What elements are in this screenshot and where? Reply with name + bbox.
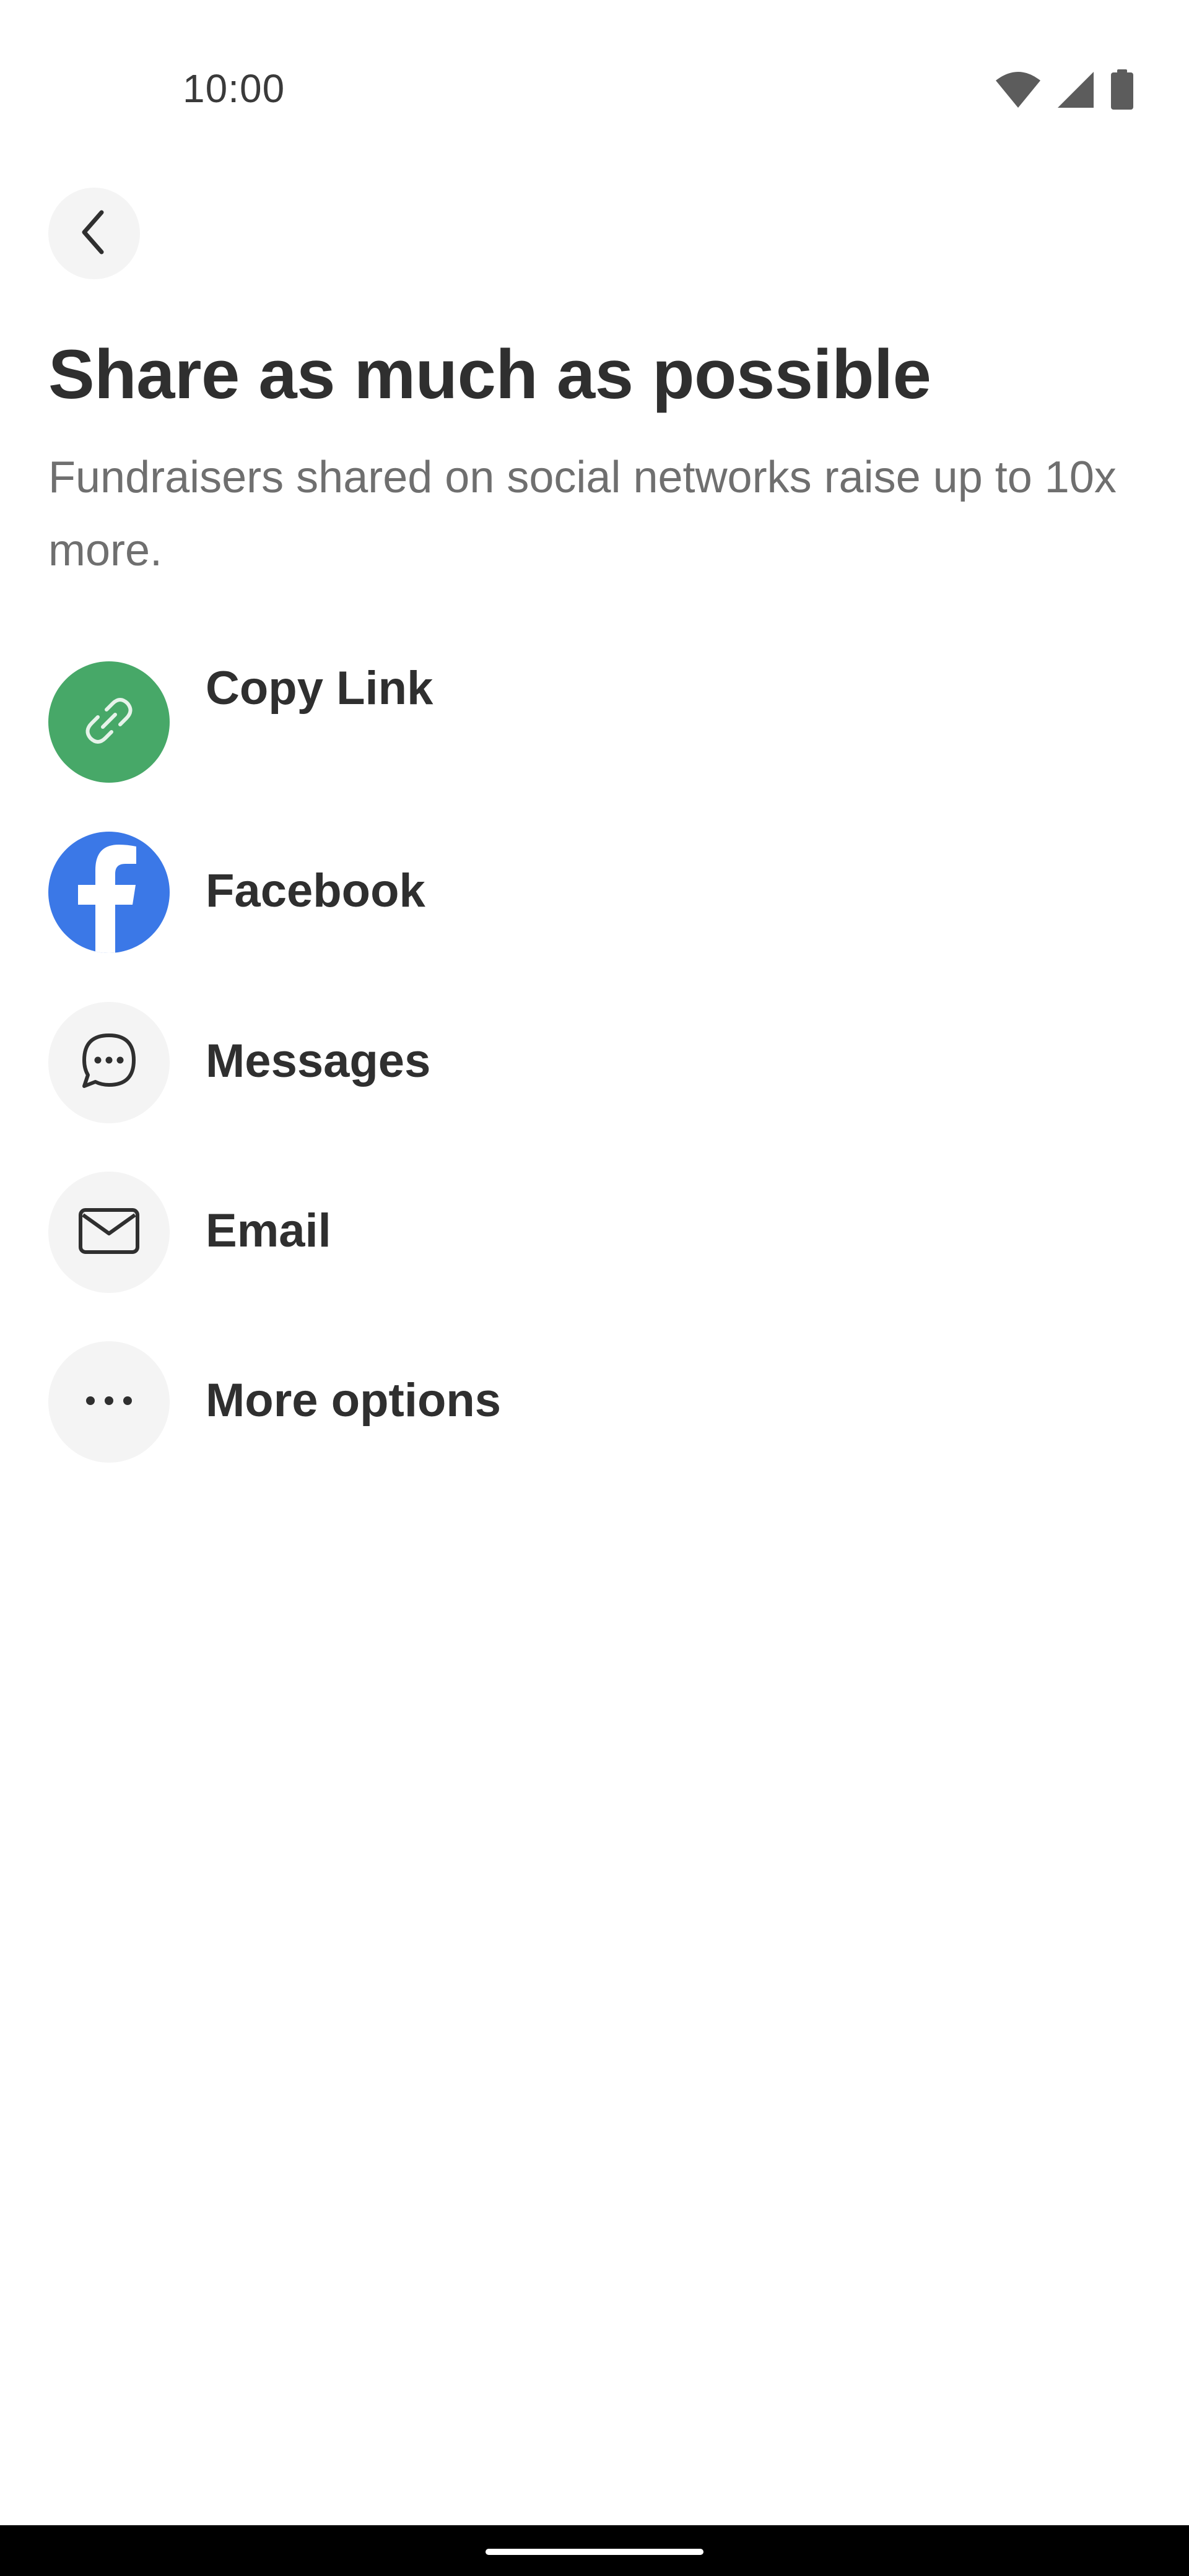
chevron-left-icon	[76, 209, 113, 259]
facebook-icon	[48, 832, 170, 953]
email-icon-circle	[48, 1172, 170, 1293]
status-time: 10:00	[183, 66, 285, 111]
status-bar: 10:00	[0, 0, 1189, 136]
share-option-label: Copy Link	[206, 662, 433, 715]
envelope-icon	[77, 1206, 141, 1259]
home-indicator[interactable]	[486, 2549, 703, 2555]
page-subtitle: Fundraisers shared on social networks ra…	[48, 453, 1117, 575]
share-option-messages[interactable]: Messages	[48, 1002, 1138, 1123]
status-icons	[995, 68, 1135, 111]
wifi-icon	[995, 71, 1042, 109]
copy-link-icon-circle	[48, 661, 170, 783]
share-option-label: Messages	[206, 1035, 431, 1087]
more-icon-circle	[48, 1341, 170, 1463]
facebook-icon-circle	[48, 832, 170, 953]
signal-icon	[1056, 71, 1095, 109]
share-option-facebook[interactable]: Facebook	[48, 832, 1138, 953]
share-option-more[interactable]: More options	[48, 1341, 1138, 1463]
messages-icon-circle	[48, 1002, 170, 1123]
share-option-label: Facebook	[206, 864, 425, 917]
link-icon	[79, 691, 139, 754]
share-option-label: More options	[206, 1374, 502, 1427]
share-option-label: Email	[206, 1204, 331, 1257]
share-screen: 10:00 Share as much as possible Fundrais…	[0, 0, 1189, 2576]
message-bubble-icon	[77, 1029, 141, 1097]
share-option-copy-link[interactable]: Copy Link	[48, 661, 1138, 783]
more-horizontal-icon	[83, 1395, 135, 1410]
share-option-email[interactable]: Email	[48, 1172, 1138, 1293]
back-button[interactable]	[48, 188, 140, 279]
battery-icon	[1110, 69, 1135, 110]
page-title: Share as much as possible	[48, 336, 931, 413]
